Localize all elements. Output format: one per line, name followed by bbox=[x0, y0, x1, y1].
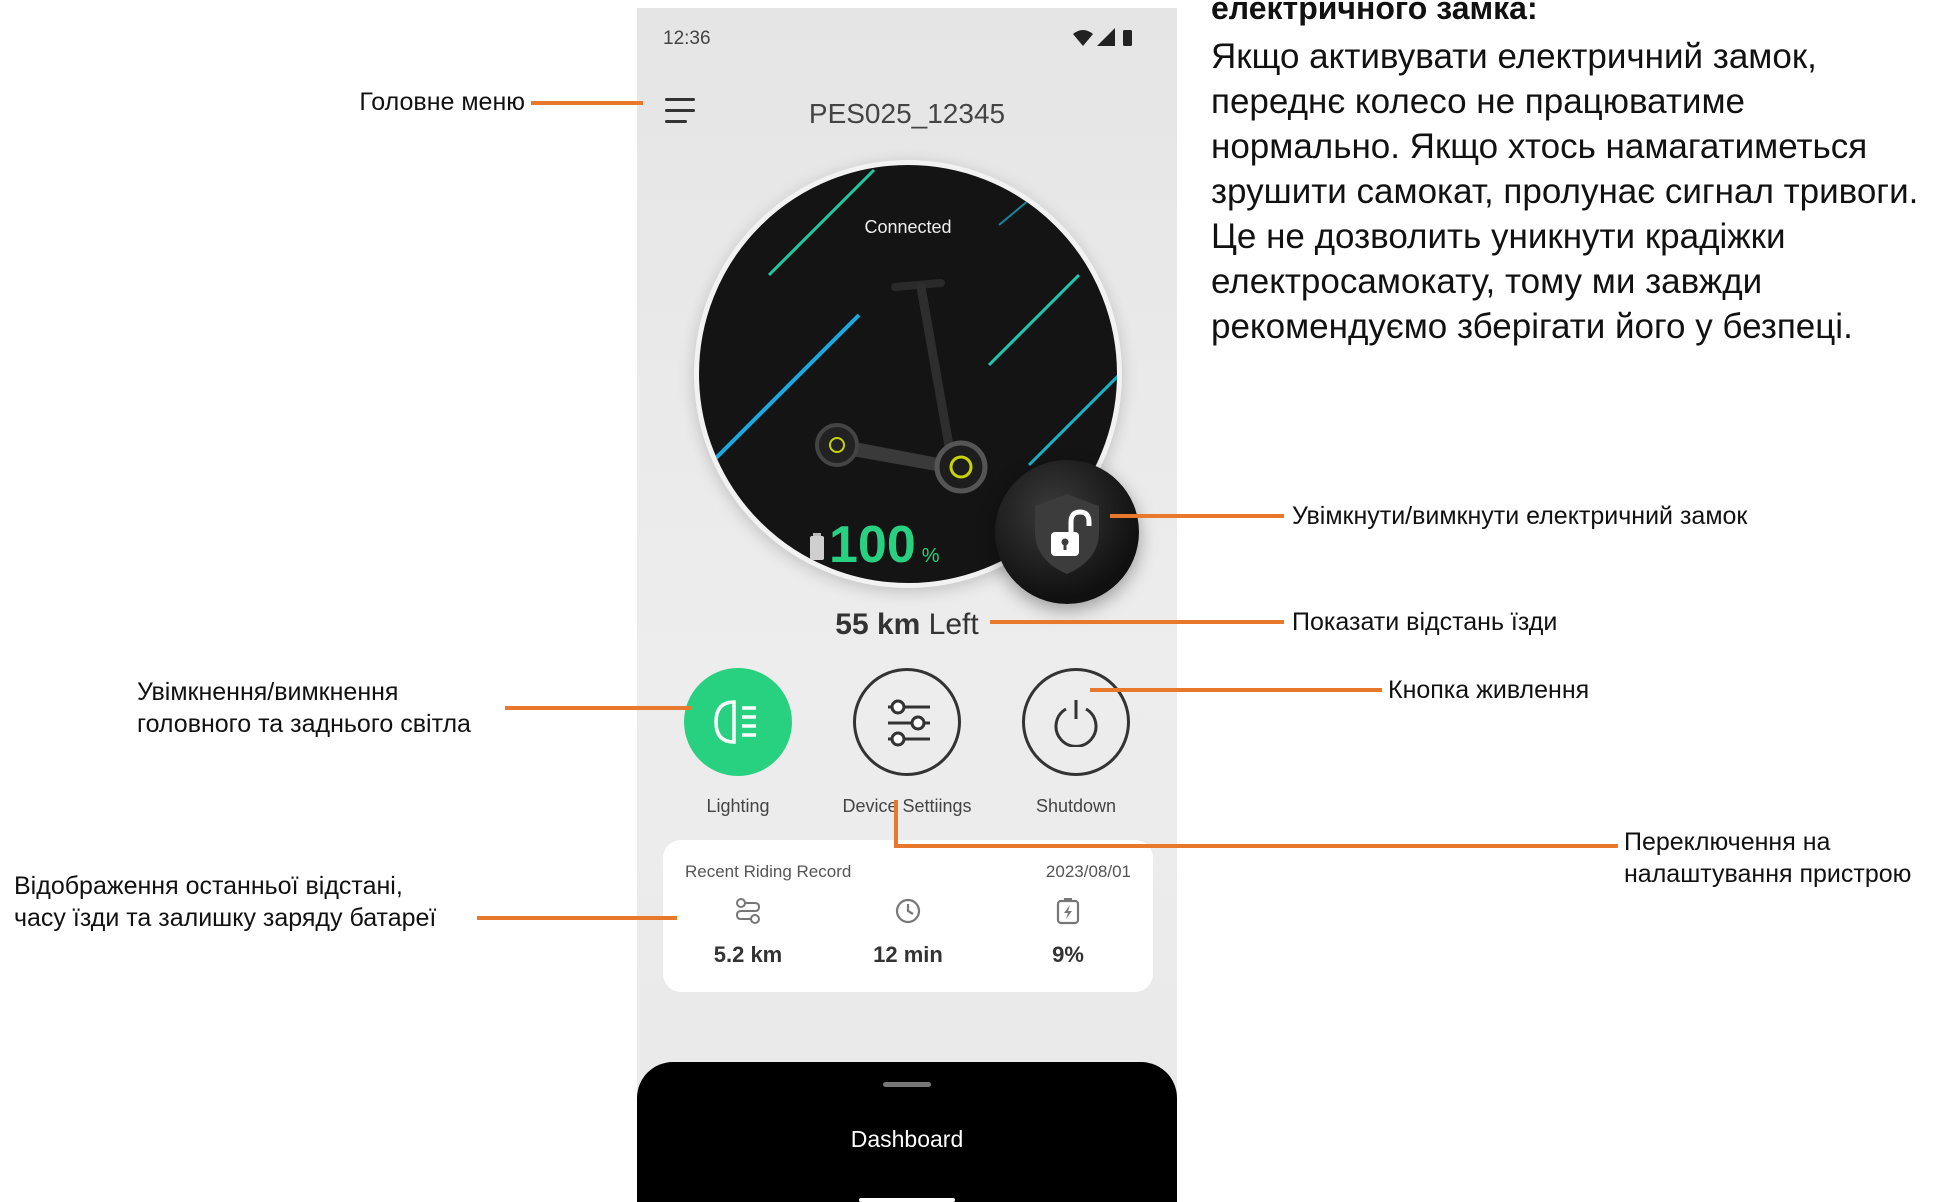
annotation-main-menu: Головне меню bbox=[359, 88, 525, 116]
leader-line bbox=[894, 800, 898, 848]
scooter-image bbox=[815, 279, 988, 494]
record-distance: 5.2 km bbox=[713, 942, 783, 967]
wifi-icon bbox=[1073, 30, 1093, 46]
electric-lock-button[interactable] bbox=[995, 460, 1139, 604]
explanation-paragraph: Якщо активувати електричний замок, перед… bbox=[1211, 37, 1919, 346]
record-date: 2023/08/01 bbox=[1045, 862, 1131, 881]
remaining-range: 55 km Left bbox=[835, 608, 979, 641]
leader-line bbox=[477, 916, 677, 920]
status-icons bbox=[1073, 28, 1132, 46]
annotation-power: Кнопка живлення bbox=[1388, 676, 1590, 704]
annotation-record-2: часу їзди та залишку заряду батареї bbox=[14, 904, 437, 932]
annotation-lighting-2: головного та заднього світла bbox=[137, 710, 471, 738]
home-indicator[interactable] bbox=[859, 1198, 955, 1202]
annotation-record-1: Відображення останньої відстані, bbox=[14, 872, 403, 900]
leader-line bbox=[505, 706, 691, 710]
sliders-icon bbox=[888, 699, 930, 747]
dashboard-title: Dashboard bbox=[850, 1126, 964, 1152]
device-settings-button[interactable] bbox=[853, 668, 961, 776]
signal-icon bbox=[1097, 28, 1115, 46]
leader-line bbox=[990, 620, 1284, 624]
annotation-settings-1: Переключення на bbox=[1624, 828, 1831, 856]
unlock-shield-icon bbox=[1035, 494, 1099, 574]
annotation-lock-toggle: Увімкнути/вимкнути електричний замок bbox=[1292, 502, 1748, 530]
sheet-drag-handle[interactable] bbox=[883, 1082, 931, 1087]
annotation-lighting-1: Увімкнення/вимкнення bbox=[137, 678, 399, 706]
phone-screen: 12:36 PES025_12345 Connected 100 % 55 km… bbox=[637, 8, 1177, 1202]
battery-charge-icon bbox=[1056, 898, 1080, 925]
explanation-heading: електричного замка: bbox=[1211, 0, 1538, 26]
battery-percentage: 100% bbox=[829, 516, 940, 574]
battery-icon bbox=[1123, 30, 1132, 46]
leader-line bbox=[1090, 688, 1382, 692]
connection-status: Connected bbox=[864, 217, 952, 237]
device-title: PES025_12345 bbox=[808, 98, 1006, 129]
route-icon bbox=[735, 898, 761, 924]
bottom-sheet[interactable]: Dashboard bbox=[637, 1062, 1177, 1202]
annotation-range: Показати відстань їзди bbox=[1292, 608, 1558, 636]
headlight-icon bbox=[714, 700, 756, 744]
record-title: Recent Riding Record bbox=[685, 862, 852, 881]
recent-riding-record-card[interactable]: Recent Riding Record 2023/08/01 5.2 km 1… bbox=[663, 840, 1153, 992]
shutdown-label: Shutdown bbox=[1035, 796, 1117, 816]
battery-level-icon bbox=[810, 533, 824, 560]
record-battery-used: 9% bbox=[1052, 942, 1084, 967]
leader-line bbox=[1110, 514, 1284, 518]
shutdown-button[interactable] bbox=[1022, 668, 1130, 776]
leader-line bbox=[531, 101, 643, 105]
power-icon bbox=[1054, 700, 1098, 747]
clock-icon bbox=[895, 898, 921, 924]
leader-line bbox=[894, 844, 1618, 848]
lighting-button[interactable] bbox=[684, 668, 792, 776]
annotation-settings-2: налаштування пристрою bbox=[1624, 860, 1912, 888]
record-duration: 12 min bbox=[873, 942, 943, 967]
status-time: 12:36 bbox=[663, 28, 711, 49]
